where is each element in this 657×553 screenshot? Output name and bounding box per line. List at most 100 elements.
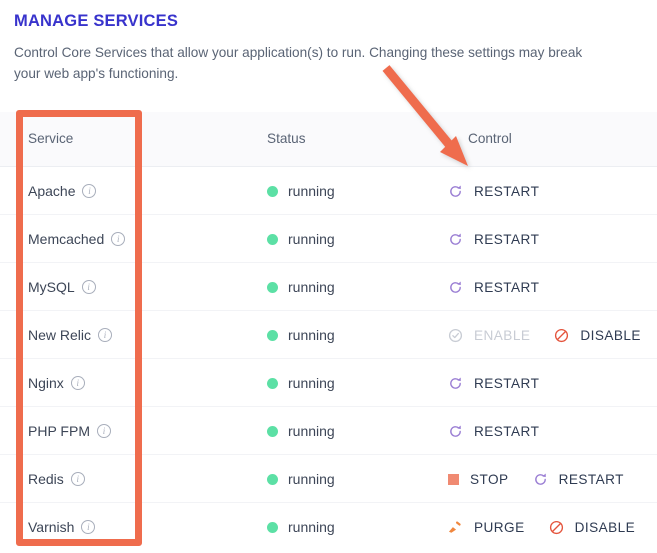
- refresh-icon: [448, 376, 463, 391]
- refresh-icon: [448, 232, 463, 247]
- restart-label: RESTART: [558, 471, 624, 487]
- check-circle-icon: [448, 328, 463, 343]
- manage-services-page: MANAGE SERVICES Control Core Services th…: [0, 0, 657, 553]
- control-cell: RESTART: [448, 263, 657, 311]
- stop-button[interactable]: STOP: [448, 472, 509, 487]
- table-row: New Relic i running ENABLE DISABLE: [0, 311, 657, 359]
- service-name-label: Apache: [28, 183, 76, 199]
- action-group: ENABLE DISABLE: [448, 328, 641, 343]
- refresh-icon: [533, 472, 548, 487]
- service-name-cell: Redis i: [28, 455, 85, 503]
- service-name-cell: Memcached i: [28, 215, 126, 263]
- status-label: running: [288, 231, 335, 247]
- service-name-cell: Nginx i: [28, 359, 85, 407]
- service-name-label: Redis: [28, 471, 64, 487]
- restart-button[interactable]: RESTART: [448, 280, 539, 295]
- restart-button[interactable]: RESTART: [533, 472, 624, 487]
- service-name-label: Varnish: [28, 519, 75, 535]
- green-dot-icon: [267, 233, 278, 245]
- status-label: running: [288, 519, 335, 535]
- restart-button[interactable]: RESTART: [448, 424, 539, 439]
- green-dot-icon: [267, 425, 278, 437]
- status-label: running: [288, 423, 335, 439]
- column-header-status: Status: [267, 131, 306, 146]
- info-icon[interactable]: i: [81, 520, 96, 534]
- status-label: running: [288, 327, 335, 343]
- enable-label: ENABLE: [474, 327, 531, 343]
- prohibition-icon: [554, 328, 569, 343]
- action-group: RESTART: [448, 184, 539, 199]
- disable-button[interactable]: DISABLE: [549, 520, 636, 535]
- info-icon[interactable]: i: [96, 424, 111, 438]
- status-cell: running: [267, 263, 335, 311]
- service-name-cell: Varnish i: [28, 503, 96, 551]
- refresh-icon: [448, 424, 463, 439]
- service-name-label: PHP FPM: [28, 423, 90, 439]
- column-header-control: Control: [468, 131, 512, 146]
- prohibition-icon: [549, 520, 564, 535]
- restart-button[interactable]: RESTART: [448, 376, 539, 391]
- green-dot-icon: [267, 281, 278, 293]
- control-cell: RESTART: [448, 167, 657, 215]
- table-row: Apache i running RESTART: [0, 167, 657, 215]
- service-name-cell: Apache i: [28, 167, 97, 215]
- status-label: running: [288, 279, 335, 295]
- info-icon[interactable]: i: [111, 232, 126, 246]
- table-row: PHP FPM i running RESTART: [0, 407, 657, 455]
- disable-label: DISABLE: [580, 327, 641, 343]
- action-group: RESTART: [448, 376, 539, 391]
- action-group: STOP RESTART: [448, 472, 624, 487]
- refresh-icon: [448, 280, 463, 295]
- status-cell: running: [267, 503, 335, 551]
- action-group: RESTART: [448, 280, 539, 295]
- service-name-cell: PHP FPM i: [28, 407, 111, 455]
- status-cell: running: [267, 311, 335, 359]
- status-label: running: [288, 471, 335, 487]
- page-title: MANAGE SERVICES: [14, 12, 179, 30]
- purge-button[interactable]: PURGE: [448, 520, 525, 535]
- table-row: Memcached i running RESTART: [0, 215, 657, 263]
- status-cell: running: [267, 359, 335, 407]
- control-cell: RESTART: [448, 407, 657, 455]
- refresh-icon: [448, 184, 463, 199]
- info-icon[interactable]: i: [82, 184, 97, 198]
- info-icon[interactable]: i: [70, 472, 85, 486]
- status-label: running: [288, 375, 335, 391]
- service-name-cell: New Relic i: [28, 311, 113, 359]
- table-row: Nginx i running RESTART: [0, 359, 657, 407]
- control-cell: RESTART: [448, 215, 657, 263]
- control-cell: ENABLE DISABLE: [448, 311, 657, 359]
- stop-label: STOP: [470, 471, 509, 487]
- service-name-label: Nginx: [28, 375, 64, 391]
- control-cell: PURGE DISABLE: [448, 503, 657, 551]
- action-group: RESTART: [448, 424, 539, 439]
- control-cell: STOP RESTART: [448, 455, 657, 503]
- status-cell: running: [267, 215, 335, 263]
- info-icon[interactable]: i: [98, 328, 113, 342]
- restart-button[interactable]: RESTART: [448, 232, 539, 247]
- table-row: Varnish i running PURGE DISABLE: [0, 503, 657, 551]
- green-dot-icon: [267, 185, 278, 197]
- disable-button[interactable]: DISABLE: [554, 328, 641, 343]
- status-cell: running: [267, 455, 335, 503]
- info-icon[interactable]: i: [70, 376, 85, 390]
- control-cell: RESTART: [448, 359, 657, 407]
- table-row: Redis i running STOP RESTART: [0, 455, 657, 503]
- service-name-cell: MySQL i: [28, 263, 96, 311]
- restart-button[interactable]: RESTART: [448, 184, 539, 199]
- green-dot-icon: [267, 521, 278, 533]
- table-row: MySQL i running RESTART: [0, 263, 657, 311]
- stop-square-icon: [448, 473, 459, 485]
- service-name-label: MySQL: [28, 279, 75, 295]
- disable-label: DISABLE: [574, 519, 636, 535]
- status-cell: running: [267, 167, 335, 215]
- action-group: RESTART: [448, 232, 539, 247]
- purge-label: PURGE: [474, 519, 525, 535]
- action-group: PURGE DISABLE: [448, 520, 635, 535]
- info-icon[interactable]: i: [81, 280, 96, 294]
- green-dot-icon: [267, 473, 278, 485]
- status-label: running: [288, 183, 335, 199]
- service-name-label: New Relic: [28, 327, 92, 343]
- green-dot-icon: [267, 377, 278, 389]
- column-header-service: Service: [28, 131, 74, 146]
